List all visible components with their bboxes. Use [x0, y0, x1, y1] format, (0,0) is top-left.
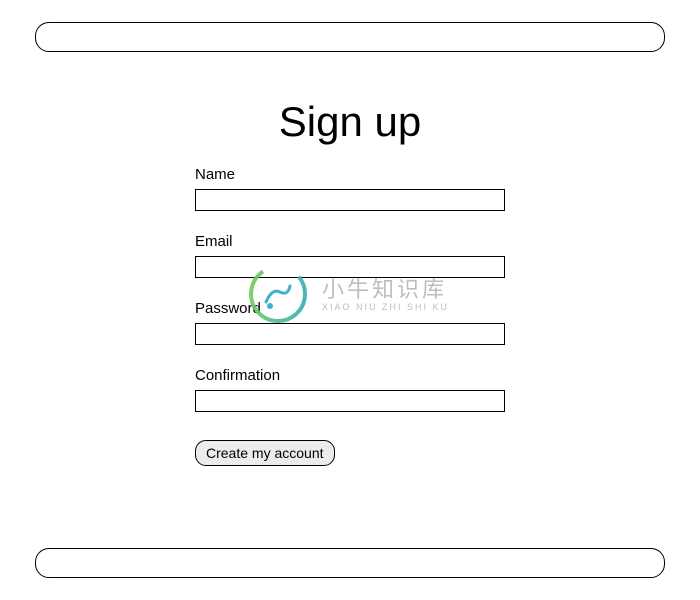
header-bar	[35, 22, 665, 52]
confirmation-label: Confirmation	[195, 367, 505, 384]
password-label: Password	[195, 300, 505, 317]
email-field-group: Email	[195, 233, 505, 278]
confirmation-input[interactable]	[195, 390, 505, 412]
confirmation-field-group: Confirmation	[195, 367, 505, 412]
password-field-group: Password	[195, 300, 505, 345]
name-input[interactable]	[195, 189, 505, 211]
footer-bar	[35, 548, 665, 578]
main-content: Sign up Name Email Password Confirmation…	[0, 90, 700, 466]
password-input[interactable]	[195, 323, 505, 345]
page-title: Sign up	[0, 98, 700, 146]
signup-form: Name Email Password Confirmation Create …	[195, 166, 505, 466]
create-account-button[interactable]: Create my account	[195, 440, 335, 466]
email-label: Email	[195, 233, 505, 250]
name-label: Name	[195, 166, 505, 183]
email-input[interactable]	[195, 256, 505, 278]
name-field-group: Name	[195, 166, 505, 211]
